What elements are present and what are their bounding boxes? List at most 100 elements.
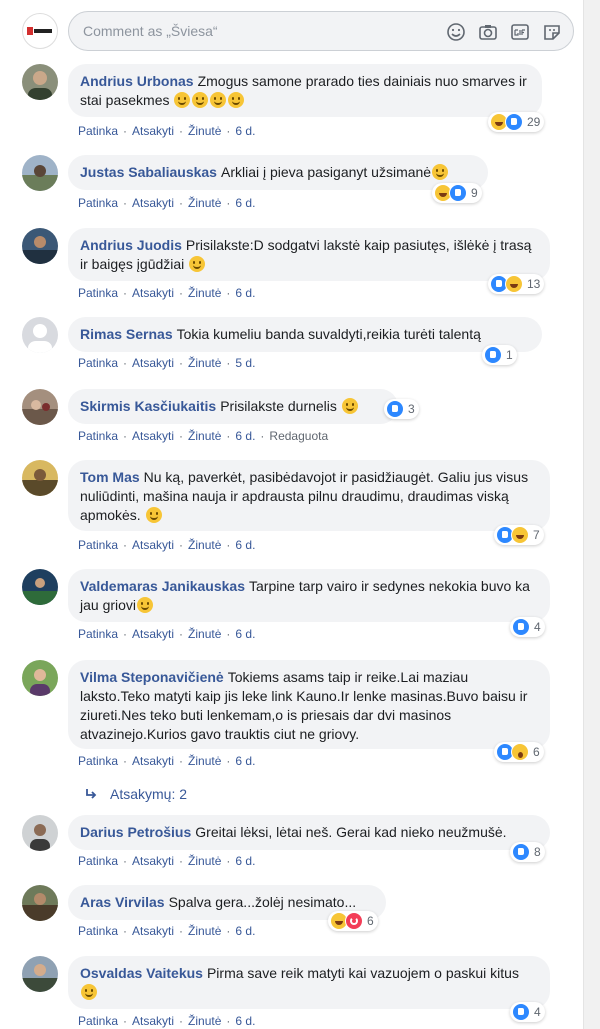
like-link[interactable]: Patinka — [78, 627, 118, 641]
like-link[interactable]: Patinka — [78, 124, 118, 138]
reaction-summary[interactable]: 13 — [488, 274, 545, 294]
like-link[interactable]: Patinka — [78, 538, 118, 552]
like-link[interactable]: Patinka — [78, 854, 118, 868]
avatar[interactable] — [22, 389, 58, 425]
avatar[interactable] — [22, 317, 58, 353]
reply-link[interactable]: Atsakyti — [132, 286, 174, 300]
like-link[interactable]: Patinka — [78, 1014, 118, 1028]
avatar[interactable] — [22, 885, 58, 921]
comment-author[interactable]: Andrius Urbonas — [80, 73, 194, 89]
timestamp[interactable]: 6 d. — [235, 627, 255, 641]
comment-author[interactable]: Tom Mas — [80, 469, 140, 485]
like-link[interactable]: Patinka — [78, 356, 118, 370]
message-link[interactable]: Žinutė — [188, 538, 221, 552]
message-link[interactable]: Žinutė — [188, 356, 221, 370]
message-link[interactable]: Žinutė — [188, 754, 221, 768]
comment-bubble: Andrius Urbonas Zmogus samone prarado tie… — [68, 64, 542, 117]
reply-link[interactable]: Atsakyti — [132, 854, 174, 868]
reply-link[interactable]: Atsakyti — [132, 538, 174, 552]
separator: · — [123, 196, 128, 210]
avatar[interactable] — [22, 815, 58, 851]
avatar[interactable] — [22, 460, 58, 496]
separator: · — [226, 854, 231, 868]
message-link[interactable]: Žinutė — [188, 924, 221, 938]
separator: · — [123, 538, 128, 552]
reaction-summary[interactable]: 3 — [384, 399, 419, 419]
timestamp[interactable]: 6 d. — [235, 538, 255, 552]
camera-icon[interactable] — [477, 21, 499, 43]
reaction-summary[interactable]: 7 — [494, 525, 544, 545]
timestamp[interactable]: 6 d. — [235, 429, 255, 443]
timestamp[interactable]: 6 d. — [235, 854, 255, 868]
message-link[interactable]: Žinutė — [188, 124, 221, 138]
sticker-icon[interactable] — [541, 21, 563, 43]
reaction-summary[interactable]: 29 — [488, 112, 545, 132]
comment-author[interactable]: Rimas Sernas — [80, 326, 173, 342]
comment-input[interactable]: Comment as „Šviesa“ — [68, 11, 574, 51]
message-link[interactable]: Žinutė — [188, 854, 221, 868]
timestamp[interactable]: 6 d. — [235, 1014, 255, 1028]
like-reaction-icon — [484, 346, 502, 364]
separator: · — [226, 924, 231, 938]
avatar[interactable] — [22, 64, 58, 100]
reply-link[interactable]: Atsakyti — [132, 124, 174, 138]
timestamp[interactable]: 6 d. — [235, 754, 255, 768]
page-avatar[interactable] — [22, 13, 58, 49]
avatar[interactable] — [22, 569, 58, 605]
message-link[interactable]: Žinutė — [188, 627, 221, 641]
view-replies-link[interactable]: Atsakymų: 2 — [84, 786, 187, 802]
reaction-summary[interactable]: 9 — [432, 183, 482, 203]
message-link[interactable]: Žinutė — [188, 1014, 221, 1028]
reply-link[interactable]: Atsakyti — [132, 1014, 174, 1028]
timestamp[interactable]: 6 d. — [235, 286, 255, 300]
gif-icon[interactable] — [509, 21, 531, 43]
smiley-icon[interactable] — [445, 21, 467, 43]
reply-link[interactable]: Atsakyti — [132, 924, 174, 938]
reaction-count: 1 — [506, 348, 513, 362]
smile-emoji — [81, 984, 97, 1000]
comment-author[interactable]: Osvaldas Vaitekus — [80, 965, 203, 981]
grin-emoji — [210, 92, 227, 108]
reply-link[interactable]: Atsakyti — [132, 356, 174, 370]
like-link[interactable]: Patinka — [78, 754, 118, 768]
reply-link[interactable]: Atsakyti — [132, 196, 174, 210]
smile-emoji — [145, 507, 162, 523]
reply-link[interactable]: Atsakyti — [132, 429, 174, 443]
reaction-summary[interactable]: 4 — [510, 617, 545, 637]
reply-arrow-icon — [86, 789, 97, 799]
avatar[interactable] — [22, 155, 58, 191]
message-link[interactable]: Žinutė — [188, 286, 221, 300]
reply-link[interactable]: Atsakyti — [132, 627, 174, 641]
message-link[interactable]: Žinutė — [188, 196, 221, 210]
reply-link[interactable]: Atsakyti — [132, 754, 174, 768]
avatar[interactable] — [22, 956, 58, 992]
comment-actions: Patinka · Atsakyti · Žinutė · 6 d. — [78, 286, 255, 300]
like-link[interactable]: Patinka — [78, 429, 118, 443]
reaction-summary[interactable]: 4 — [510, 1002, 545, 1022]
reaction-summary[interactable]: 6 — [328, 911, 378, 931]
like-link[interactable]: Patinka — [78, 286, 118, 300]
comment-author[interactable]: Aras Virvilas — [80, 894, 165, 910]
scrollbar[interactable] — [583, 0, 600, 1029]
like-link[interactable]: Patinka — [78, 924, 118, 938]
comment-author[interactable]: Justas Sabaliauskas — [80, 164, 217, 180]
message-link[interactable]: Žinutė — [188, 429, 221, 443]
timestamp[interactable]: 6 d. — [235, 124, 255, 138]
timestamp[interactable]: 5 d. — [235, 356, 255, 370]
timestamp[interactable]: 6 d. — [235, 924, 255, 938]
comment-author[interactable]: Andrius Juodis — [80, 237, 182, 253]
reaction-count: 4 — [534, 1005, 541, 1019]
timestamp[interactable]: 6 d. — [235, 196, 255, 210]
comment-author[interactable]: Darius Petrošius — [80, 824, 191, 840]
comment-text: Prisilakste durnelis — [220, 398, 337, 414]
reaction-summary[interactable]: 8 — [510, 842, 545, 862]
avatar[interactable] — [22, 228, 58, 264]
like-link[interactable]: Patinka — [78, 196, 118, 210]
reaction-summary[interactable]: 6 — [494, 742, 544, 762]
comment-author[interactable]: Skirmis Kasčiukaitis — [80, 398, 216, 414]
comment-author[interactable]: Vilma Steponavičienė — [80, 669, 224, 685]
comment-author[interactable]: Valdemaras Janikauskas — [80, 578, 245, 594]
avatar[interactable] — [22, 660, 58, 696]
separator: · — [179, 627, 184, 641]
reaction-summary[interactable]: 1 — [482, 345, 517, 365]
